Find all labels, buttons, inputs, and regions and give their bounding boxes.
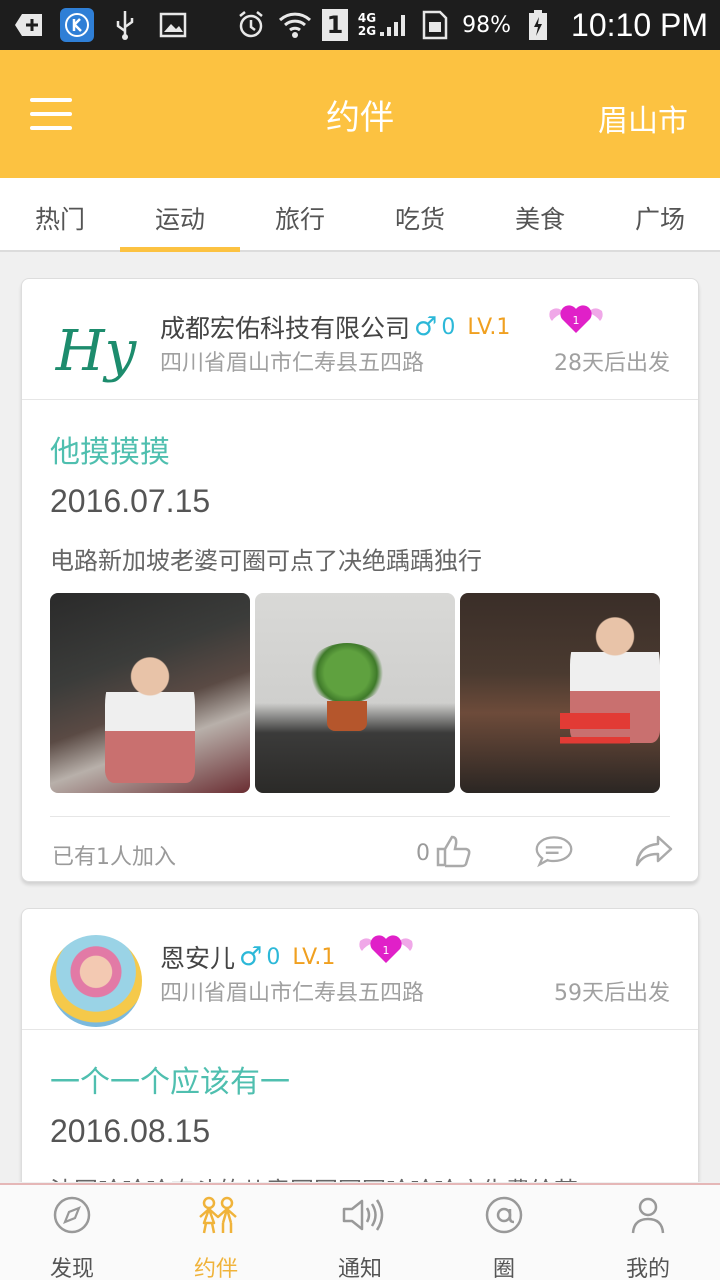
avatar[interactable]: Hy <box>50 305 142 397</box>
post-date: 2016.08.15 <box>50 1113 211 1149</box>
location: 四川省眉山市仁寿县五四路 <box>160 981 425 1006</box>
clock: 10:10 PM <box>571 6 708 43</box>
tab-hot[interactable]: 热门 <box>0 178 120 250</box>
tab-square[interactable]: 广场 <box>600 178 720 250</box>
network-bottom-label: 2G <box>357 24 377 38</box>
sim-card-icon <box>418 8 452 42</box>
plus-notification-icon <box>12 8 46 42</box>
image-icon <box>156 8 190 42</box>
level-badge: LV.1 <box>292 944 336 970</box>
usb-icon <box>108 8 142 42</box>
post-footer: 已有1人加入 0 <box>50 816 673 884</box>
nav-discover-label: 发现 <box>49 1257 94 1280</box>
photo-grid <box>50 593 660 793</box>
nav-notifications-label: 通知 <box>337 1257 382 1280</box>
post-date: 2016.07.15 <box>50 483 211 519</box>
category-tabs: 热门 运动 旅行 吃货 美食 广场 <box>0 178 720 252</box>
nav-circle-label: 圈 <box>492 1257 515 1280</box>
post-photo[interactable] <box>460 593 660 793</box>
location: 四川省眉山市仁寿县五四路 <box>160 351 425 376</box>
user-info: 成都宏佑科技有限公司 ♂ 0 LV.1 <box>160 309 510 345</box>
nav-profile[interactable]: 我的 <box>576 1185 720 1280</box>
post-card[interactable]: 恩安儿 ♂ 0 LV.1 1 四川省眉山市仁寿县五四路 59天后出发 一个一个应… <box>21 908 699 1182</box>
tab-travel[interactable]: 旅行 <box>240 178 360 250</box>
male-icon: ♂ <box>414 312 438 342</box>
post-photo[interactable] <box>255 593 455 793</box>
status-bar: 1 4G 2G 98% 10:10 PM <box>0 0 720 50</box>
post-title[interactable]: 他摸摸摸 <box>50 427 170 471</box>
nav-companions-label: 约伴 <box>193 1257 238 1280</box>
like-count: 0 <box>416 841 430 866</box>
post-header: Hy 成都宏佑科技有限公司 ♂ 0 LV.1 1 四川省眉山市仁寿县五四路 28… <box>22 279 698 400</box>
comment-icon[interactable] <box>534 833 574 869</box>
badge-number: 1 <box>573 314 580 327</box>
battery-charging-icon <box>521 8 555 42</box>
level-badge: LV.1 <box>467 314 511 340</box>
post-header: 恩安儿 ♂ 0 LV.1 1 四川省眉山市仁寿县五四路 59天后出发 <box>22 909 698 1030</box>
wifi-icon <box>278 8 312 42</box>
winged-heart-badge-icon: 1 <box>549 305 603 333</box>
bottom-navigation: 发现 约伴 通知 圈 我的 <box>0 1183 720 1280</box>
at-icon <box>485 1196 523 1234</box>
nav-discover[interactable]: 发现 <box>0 1185 144 1280</box>
network-type: 4G 2G <box>358 12 408 38</box>
post-title[interactable]: 一个一个应该有一 <box>50 1057 290 1101</box>
companions-icon <box>199 1196 237 1234</box>
nav-circle[interactable]: 圈 <box>432 1185 576 1280</box>
thumbs-up-icon[interactable] <box>434 833 474 869</box>
avatar[interactable] <box>50 935 142 1027</box>
nav-profile-label: 我的 <box>625 1257 670 1280</box>
signal-icon <box>380 15 406 36</box>
follower-count: 0 <box>266 944 281 970</box>
depart-time: 59天后出发 <box>554 981 670 1006</box>
city-selector[interactable]: 眉山市 <box>598 96 688 140</box>
user-name[interactable]: 成都宏佑科技有限公司 <box>160 309 410 345</box>
alarm-icon <box>234 8 268 42</box>
avatar-logo-text: Hy <box>55 318 137 384</box>
joined-count: 已有1人加入 <box>52 845 176 870</box>
male-icon: ♂ <box>239 942 263 972</box>
tab-foodie[interactable]: 吃货 <box>360 178 480 250</box>
compass-icon <box>53 1196 91 1234</box>
user-name[interactable]: 恩安儿 <box>160 939 235 975</box>
post-text: 法国哈哈哈奋斗的儿童团团圆圆哈哈哈广告费给茉 <box>50 1171 578 1182</box>
depart-time: 28天后出发 <box>554 351 670 376</box>
person-icon <box>631 1197 665 1234</box>
tab-food[interactable]: 美食 <box>480 178 600 250</box>
user-info: 恩安儿 ♂ 0 LV.1 <box>160 939 335 975</box>
app-header: 约伴 眉山市 <box>0 50 720 178</box>
post-text: 电路新加坡老婆可圈可点了决绝踽踽独行 <box>50 547 482 575</box>
nav-companions[interactable]: 约伴 <box>144 1185 288 1280</box>
speaker-icon <box>342 1199 384 1231</box>
sim-slot-icon: 1 <box>321 9 348 41</box>
nav-notifications[interactable]: 通知 <box>288 1185 432 1280</box>
badge-number: 1 <box>383 944 390 957</box>
post-feed[interactable]: Hy 成都宏佑科技有限公司 ♂ 0 LV.1 1 四川省眉山市仁寿县五四路 28… <box>0 252 720 1182</box>
battery-percent: 98% <box>462 12 512 38</box>
post-card[interactable]: Hy 成都宏佑科技有限公司 ♂ 0 LV.1 1 四川省眉山市仁寿县五四路 28… <box>21 278 699 882</box>
sim-slot-number: 1 <box>326 11 344 39</box>
follower-count: 0 <box>441 314 456 340</box>
share-icon[interactable] <box>634 833 674 869</box>
tab-sports[interactable]: 运动 <box>120 178 240 252</box>
post-photo[interactable] <box>50 593 250 793</box>
k-app-icon <box>60 8 94 42</box>
winged-heart-badge-icon: 1 <box>359 935 413 963</box>
